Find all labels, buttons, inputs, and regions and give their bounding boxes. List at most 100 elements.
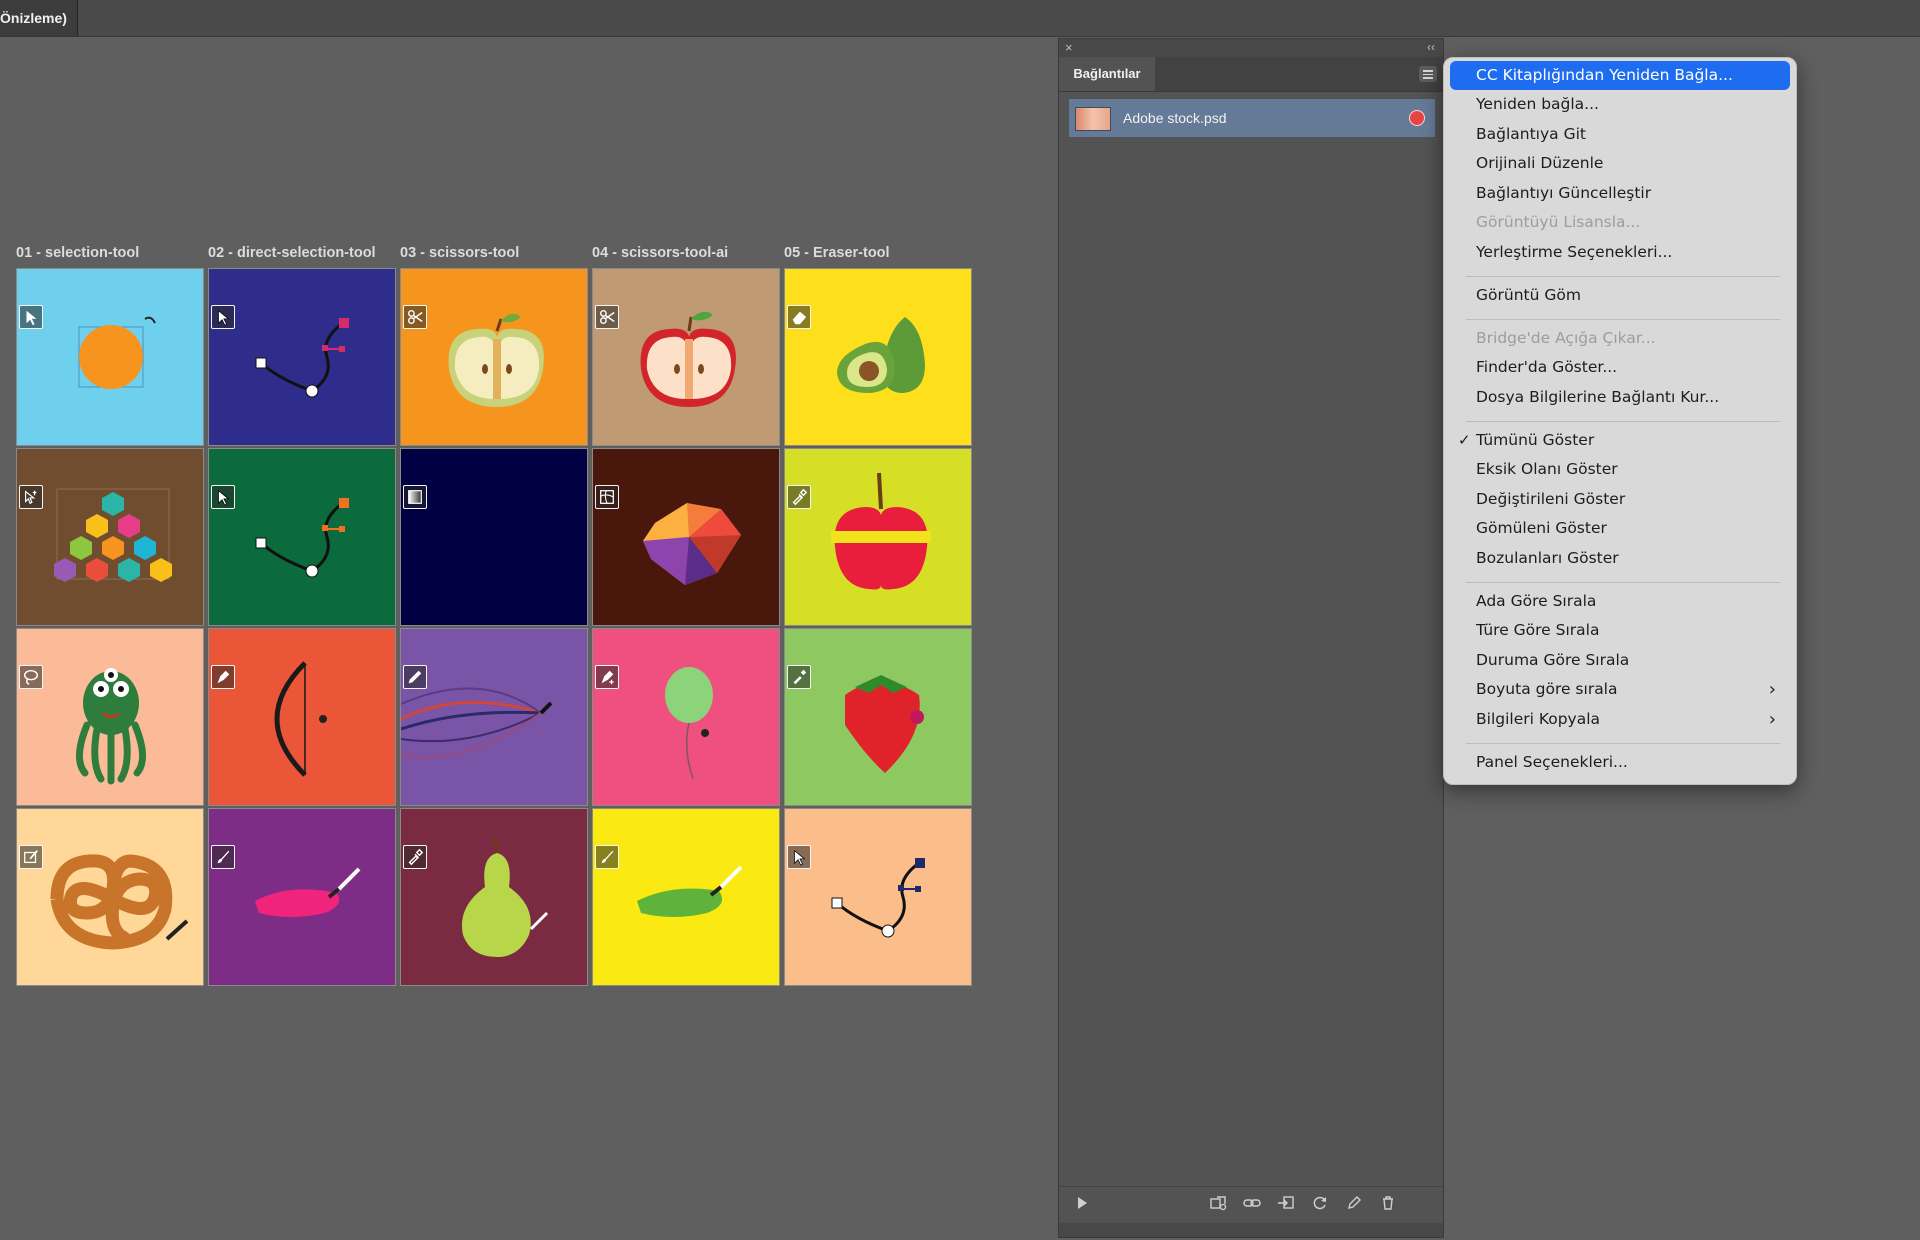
wires-illustration [401, 687, 553, 759]
avocados-illustration [837, 317, 925, 393]
menu-item-relink-cc-library[interactable]: CC Kitaplığından Yeniden Bağla... [1450, 61, 1790, 90]
panel-tab-bar: Bağlantılar [1059, 57, 1443, 92]
checkmark-icon: ✓ [1458, 431, 1471, 449]
menu-item-label: Yeniden bağla... [1476, 95, 1599, 113]
artboard-tile[interactable] [208, 808, 396, 986]
hexagons-illustration [54, 488, 172, 582]
artboard-tile[interactable] [16, 628, 204, 806]
artboard-tile[interactable] [592, 448, 780, 626]
relink-cc-icon[interactable] [1209, 1195, 1227, 1211]
artboard-tile[interactable] [208, 268, 396, 446]
menu-item-edit-original[interactable]: Orijinali Düzenle [1450, 149, 1790, 178]
orange-circle-illustration [78, 316, 156, 389]
menu-item-embed-image[interactable]: Görüntü Göm [1450, 281, 1790, 310]
document-tab[interactable]: Önizleme) [0, 0, 78, 36]
gem-illustration [643, 503, 741, 585]
artboard-tile[interactable] [784, 808, 972, 986]
menu-item-label: Bridge'de Açığa Çıkar... [1476, 329, 1656, 347]
artboard-tile[interactable] [400, 808, 588, 986]
menu-item-go-to-link[interactable]: Bağlantıya Git [1450, 120, 1790, 149]
artboard-tile[interactable] [784, 448, 972, 626]
canvas-top-border [0, 36, 1920, 37]
artboard-label[interactable]: 04 - scissors-tool-ai [592, 245, 728, 261]
group-selection-icon [19, 485, 43, 509]
menu-item-label: Boyuta göre sırala [1476, 680, 1618, 698]
menu-separator [1466, 743, 1780, 744]
menu-item-sort-by-name[interactable]: Ada Göre Sırala [1450, 587, 1790, 616]
close-icon[interactable]: × [1065, 40, 1073, 56]
menu-item-sort-by-size[interactable]: Boyuta göre sırala › [1450, 675, 1790, 704]
pear-illustration [461, 836, 549, 957]
chevron-right-icon: › [1768, 709, 1776, 730]
artboard-tile[interactable] [208, 628, 396, 806]
artboard-label[interactable]: 02 - direct-selection-tool [208, 245, 376, 261]
artboard-tile[interactable] [784, 268, 972, 446]
play-icon[interactable] [1073, 1195, 1091, 1211]
tab-links[interactable]: Bağlantılar [1059, 57, 1155, 91]
menu-item-show-missing[interactable]: Eksik Olanı Göster [1450, 455, 1790, 484]
menu-separator [1466, 319, 1780, 320]
menu-item-link-file-info[interactable]: Dosya Bilgilerine Bağlantı Kur... [1450, 383, 1790, 412]
collapse-icon[interactable]: ‹‹ [1427, 39, 1435, 55]
artboard-label[interactable]: 03 - scissors-tool [400, 245, 519, 261]
menu-item-sort-by-type[interactable]: Türe Göre Sırala [1450, 616, 1790, 645]
menu-separator [1466, 276, 1780, 277]
menu-item-reveal-in-finder[interactable]: Finder'da Göster... [1450, 353, 1790, 382]
artboard-tile[interactable] [784, 628, 972, 806]
artboard-tile[interactable] [208, 448, 396, 626]
menu-item-label: Türe Göre Sırala [1476, 621, 1600, 639]
menu-item-label: Gömüleni Göster [1476, 519, 1607, 537]
menu-item-relink[interactable]: Yeniden bağla... [1450, 90, 1790, 119]
menu-item-label: Panel Seçenekleri... [1476, 753, 1628, 771]
relink-icon[interactable] [1243, 1195, 1261, 1211]
update-link-icon[interactable] [1311, 1195, 1329, 1211]
chevron-right-icon: › [1768, 679, 1776, 700]
menu-item-show-all[interactable]: ✓ Tümünü Göster [1450, 426, 1790, 455]
artboard-tile[interactable] [400, 268, 588, 446]
scissors-icon [595, 305, 619, 329]
menu-item-placement-options[interactable]: Yerleştirme Seçenekleri... [1450, 238, 1790, 267]
strawberry-illustration [845, 675, 924, 773]
trash-icon[interactable] [1379, 1195, 1397, 1211]
artboard-tile[interactable] [16, 268, 204, 446]
menu-item-label: Görüntü Göm [1476, 286, 1581, 304]
menu-item-show-broken[interactable]: Bozulanları Göster [1450, 544, 1790, 573]
scissors-icon [403, 305, 427, 329]
artboard-tile[interactable] [400, 628, 588, 806]
menu-item-license-image: Görüntüyü Lisansla... [1450, 208, 1790, 237]
menu-item-sort-by-status[interactable]: Duruma Göre Sırala [1450, 646, 1790, 675]
menu-item-copy-info[interactable]: Bilgileri Kopyala › [1450, 705, 1790, 734]
artboard-label[interactable]: 05 - Eraser-tool [784, 245, 890, 261]
bezier-path-navy-illustration [831, 858, 925, 938]
artboard-tile[interactable] [592, 628, 780, 806]
artboard-label[interactable]: 01 - selection-tool [16, 245, 139, 261]
artboard-tile[interactable] [16, 448, 204, 626]
menu-item-show-embedded[interactable]: Gömüleni Göster [1450, 514, 1790, 543]
menu-item-update-link[interactable]: Bağlantıyı Güncelleştir [1450, 179, 1790, 208]
pen-icon [211, 665, 235, 689]
bow-illustration [274, 661, 327, 777]
blob-brush-icon [19, 845, 43, 869]
menu-item-label: Bağlantıyı Güncelleştir [1476, 184, 1652, 202]
menu-item-label: Orijinali Düzenle [1476, 154, 1604, 172]
menu-item-label: Görüntüyü Lisansla... [1476, 213, 1641, 231]
go-to-link-icon[interactable] [1277, 1195, 1295, 1211]
edit-original-icon[interactable] [1345, 1195, 1363, 1211]
panel-title-bar: × ‹‹ [1059, 39, 1443, 57]
panel-menu-icon[interactable] [1419, 66, 1437, 82]
menu-item-panel-options[interactable]: Panel Seçenekleri... [1450, 748, 1790, 777]
panel-footer [1059, 1223, 1443, 1237]
artboard-tile[interactable] [592, 808, 780, 986]
artboard-tile[interactable] [400, 448, 588, 626]
mesh-icon [595, 485, 619, 509]
menu-item-show-modified[interactable]: Değiştirileni Göster [1450, 485, 1790, 514]
link-item[interactable]: Adobe stock.psd [1069, 99, 1435, 137]
artboard-tile[interactable] [16, 808, 204, 986]
link-name: Adobe stock.psd [1123, 110, 1227, 126]
apple-red-illustration [831, 472, 931, 590]
menu-item-label: Eksik Olanı Göster [1476, 460, 1618, 478]
menu-item-label: Finder'da Göster... [1476, 358, 1618, 376]
artboard-tile[interactable] [592, 268, 780, 446]
menu-item-label: Tümünü Göster [1476, 431, 1595, 449]
eyedropper-icon [787, 485, 811, 509]
